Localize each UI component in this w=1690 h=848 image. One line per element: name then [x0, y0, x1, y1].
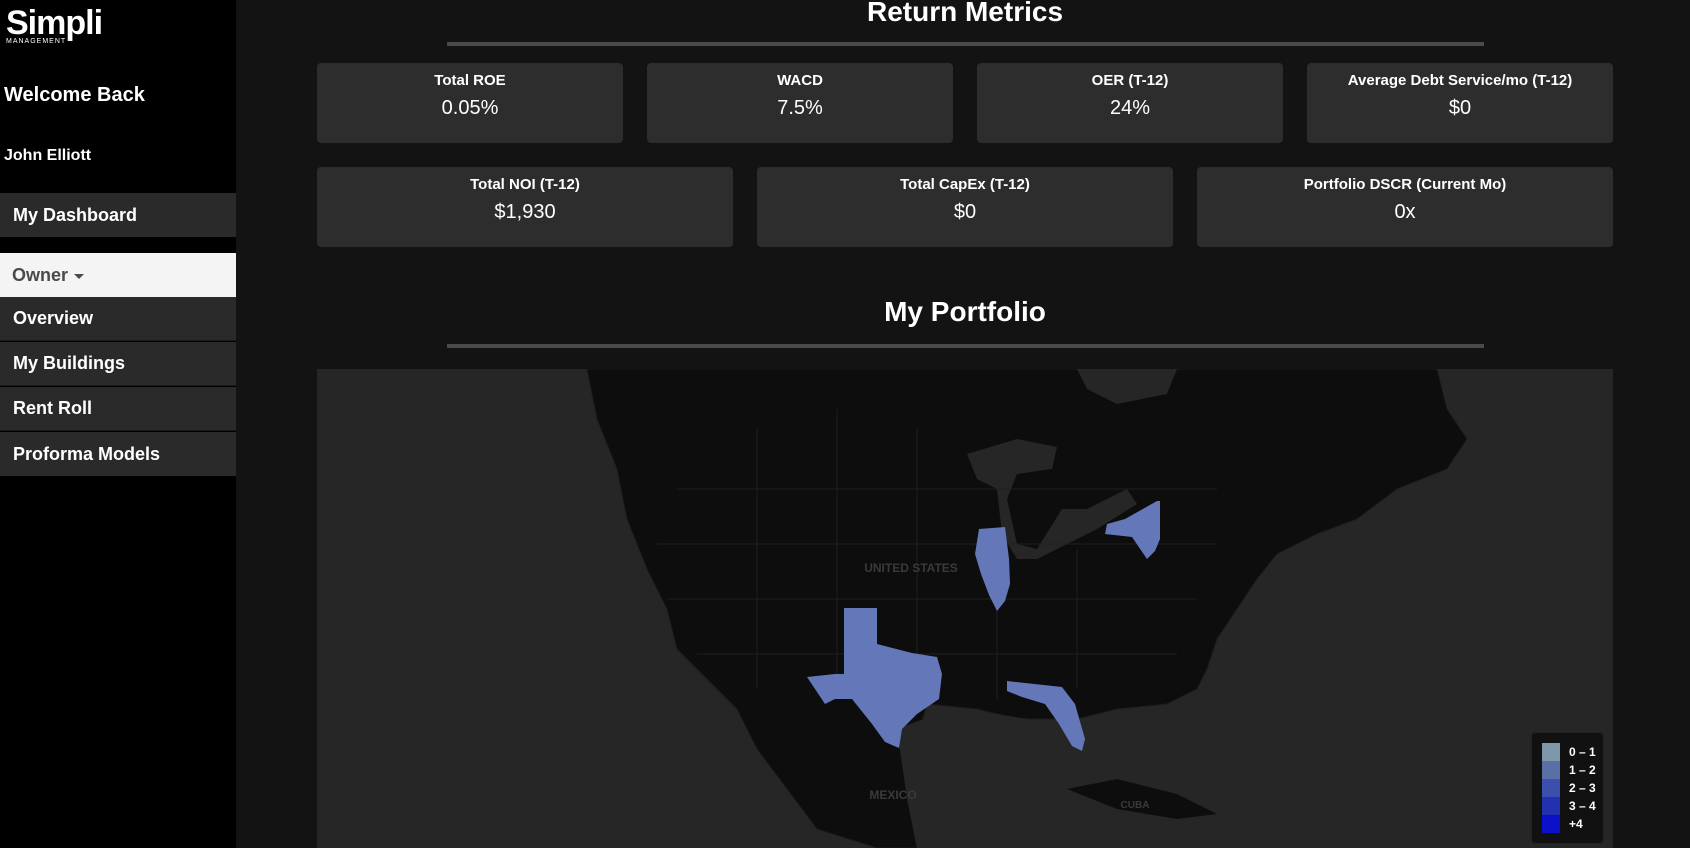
sidebar-item-label: Proforma Models	[13, 443, 161, 464]
metric-card-total-noi: Total NOI (T-12) $1,930	[317, 167, 733, 247]
metric-label: OER (T-12)	[1091, 72, 1169, 89]
legend-label: 0 – 1	[1569, 745, 1596, 759]
metric-label: WACD	[777, 72, 823, 89]
legend-swatch	[1542, 797, 1560, 815]
legend-item: +4	[1542, 815, 1583, 833]
legend-label: 3 – 4	[1569, 799, 1596, 813]
sidebar: Simpli MANAGEMENT Welcome Back John Elli…	[0, 0, 236, 848]
legend-label: 2 – 3	[1569, 781, 1596, 795]
legend-swatch	[1542, 743, 1560, 761]
sidebar-item-overview[interactable]: Overview	[0, 297, 236, 341]
metric-label: Total CapEx (T-12)	[900, 176, 1030, 193]
owner-dropdown-label: Owner	[12, 264, 69, 285]
sidebar-item-label: Overview	[13, 308, 94, 328]
legend-item: 2 – 3	[1542, 779, 1596, 797]
metric-card-wacd: WACD 7.5%	[647, 63, 953, 143]
brand-logo[interactable]: Simpli MANAGEMENT	[6, 4, 103, 45]
metric-card-oer: OER (T-12) 24%	[977, 63, 1283, 143]
caret-down-icon	[74, 273, 85, 279]
legend-item: 3 – 4	[1542, 797, 1596, 815]
metric-value: 24%	[1109, 97, 1151, 119]
metric-card-avg-debt-service: Average Debt Service/mo (T-12) $0	[1307, 63, 1613, 143]
logo-word: Simpli	[6, 4, 103, 42]
metric-value: $0	[1448, 97, 1472, 119]
legend-swatch	[1542, 779, 1560, 797]
metric-value: 0.05%	[441, 97, 499, 119]
legend-label: +4	[1569, 817, 1583, 831]
portfolio-title: My Portfolio	[884, 296, 1046, 327]
metric-value: $1,930	[494, 201, 556, 223]
return-metrics-title: Return Metrics	[866, 0, 1064, 27]
section-divider	[447, 344, 1484, 348]
legend-swatch	[1542, 815, 1560, 833]
metric-value: 7.5%	[777, 97, 823, 119]
metric-label: Total NOI (T-12)	[470, 176, 580, 193]
legend-item: 0 – 1	[1542, 743, 1596, 761]
map-label-us: UNITED STATES	[864, 561, 958, 575]
legend-label: 1 – 2	[1569, 763, 1596, 777]
sidebar-item-proforma-models[interactable]: Proforma Models	[0, 432, 236, 476]
metric-label: Total ROE	[434, 72, 506, 89]
metric-label: Portfolio DSCR (Current Mo)	[1303, 176, 1507, 193]
metric-card-total-roe: Total ROE 0.05%	[317, 63, 623, 143]
sidebar-item-rent-roll[interactable]: Rent Roll	[0, 387, 236, 431]
metric-card-total-capex: Total CapEx (T-12) $0	[757, 167, 1173, 247]
welcome-heading: Welcome Back	[4, 84, 145, 106]
metric-card-portfolio-dscr: Portfolio DSCR (Current Mo) 0x	[1197, 167, 1613, 247]
sidebar-item-my-buildings[interactable]: My Buildings	[0, 342, 236, 386]
sidebar-item-my-dashboard[interactable]: My Dashboard	[0, 193, 236, 237]
portfolio-map[interactable]: UNITED STATES MEXICO CUBA	[317, 369, 1613, 848]
user-name: John Elliott	[4, 147, 92, 164]
map-legend: 0 – 1 1 – 2 2 – 3 3 – 4 +4	[1531, 732, 1604, 844]
map-label-mexico: MEXICO	[869, 788, 916, 802]
metric-label: Average Debt Service/mo (T-12)	[1347, 72, 1573, 89]
map-label-cuba: CUBA	[1121, 800, 1150, 811]
legend-item: 1 – 2	[1542, 761, 1596, 779]
sidebar-item-label: My Buildings	[13, 353, 125, 373]
metric-value: $0	[953, 201, 977, 223]
map-canvas: UNITED STATES MEXICO CUBA	[586, 369, 1468, 848]
cuba-landmass	[1067, 779, 1217, 819]
owner-dropdown[interactable]: Owner	[0, 253, 236, 297]
section-divider	[447, 42, 1484, 46]
gulf-of-mexico	[897, 714, 1087, 848]
sidebar-item-label: My Dashboard	[13, 204, 138, 225]
metric-value: 0x	[1394, 201, 1416, 223]
sidebar-item-label: Rent Roll	[13, 398, 92, 418]
legend-swatch	[1542, 761, 1560, 779]
